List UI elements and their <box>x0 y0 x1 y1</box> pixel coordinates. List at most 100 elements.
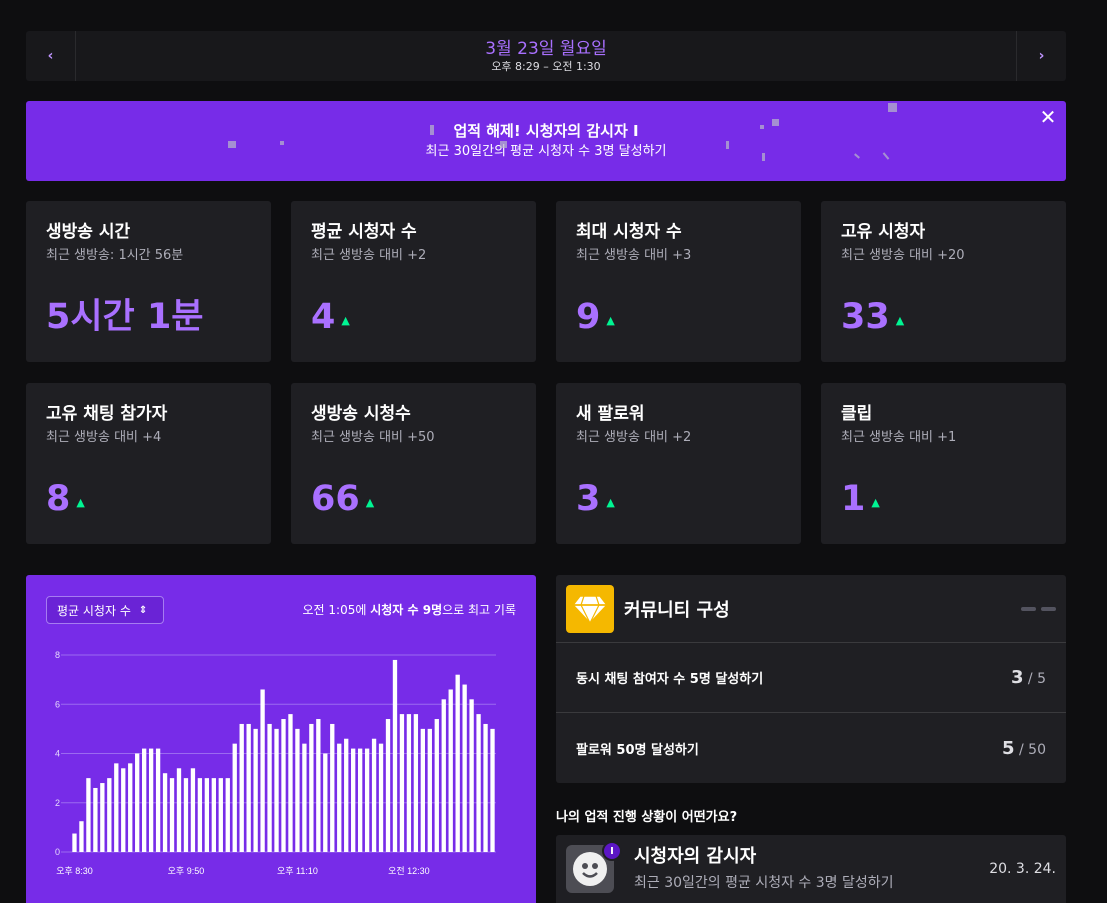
chart-bar[interactable] <box>232 743 237 852</box>
chart-bar[interactable] <box>337 743 342 852</box>
chart-bar[interactable] <box>211 778 216 853</box>
chart-bar[interactable] <box>142 748 147 852</box>
chart-bar[interactable] <box>190 768 196 852</box>
stat-card-unique-chatters: 고유 채팅 참가자 최근 생방송 대비 +4 8 ▲ <box>26 383 271 544</box>
prev-date-button[interactable]: ‹ <box>26 31 76 81</box>
chart-bar[interactable] <box>316 719 321 852</box>
stat-title: 최대 시청자 수 <box>576 222 682 242</box>
chart-bar[interactable] <box>406 714 412 852</box>
close-icon[interactable]: ✕ <box>1038 107 1058 127</box>
chart-bar[interactable] <box>155 748 161 852</box>
chart-bar[interactable] <box>385 719 391 852</box>
y-tick-label: 0 <box>55 847 60 857</box>
y-tick-label: 4 <box>55 749 60 759</box>
stat-subtitle: 최근 생방송: 1시간 56분 <box>46 248 184 263</box>
chart-bar[interactable] <box>86 778 91 853</box>
chart-bar[interactable] <box>323 753 328 853</box>
y-tick-label: 6 <box>55 699 60 709</box>
chart-bar[interactable] <box>490 728 495 853</box>
stat-subtitle: 최근 생방송 대비 +2 <box>576 430 692 445</box>
chart-bar[interactable] <box>448 689 453 852</box>
stat-value: 5시간 1분 <box>46 297 204 337</box>
chart-bar[interactable] <box>246 723 251 852</box>
chart-bar[interactable] <box>183 778 189 853</box>
chart-bar[interactable] <box>462 684 467 852</box>
chart-bar[interactable] <box>399 714 405 852</box>
chart-bar[interactable] <box>330 723 335 852</box>
chart-bar[interactable] <box>114 763 119 852</box>
goal-row: 동시 채팅 참여자 수 5명 달성하기 3 / 5 <box>556 643 1066 713</box>
stat-value: 3 <box>576 479 601 519</box>
chart-bar[interactable] <box>357 748 363 852</box>
stat-subtitle: 최근 생방송 대비 +50 <box>311 430 435 445</box>
x-tick-label: 오후 8:30 <box>56 866 93 876</box>
stat-title: 고유 시청자 <box>841 222 926 242</box>
chart-bar[interactable] <box>260 689 265 852</box>
chart-bar[interactable] <box>420 728 425 853</box>
community-achievement-panel: 커뮤니티 구성 동시 채팅 참여자 수 5명 달성하기 3 / 5 팔로워 50… <box>556 575 1066 783</box>
metric-select[interactable]: 평균 시청자 수 ⇕ <box>46 596 164 624</box>
chart-bar[interactable] <box>121 768 126 852</box>
stat-card-live-views: 생방송 시청수 최근 생방송 대비 +50 66 ▲ <box>291 383 536 544</box>
chart-bar[interactable] <box>392 659 398 852</box>
chart-bar[interactable] <box>483 723 488 852</box>
chart-bar[interactable] <box>351 748 356 852</box>
chart-bar[interactable] <box>364 748 370 852</box>
chevron-updown-icon: ⇕ <box>138 604 148 616</box>
chart-bar[interactable] <box>100 783 105 852</box>
achievement-avatar: I <box>566 841 622 893</box>
chart-bar[interactable] <box>371 738 377 852</box>
chart-bar[interactable] <box>107 778 112 853</box>
achievement-title: 시청자의 감시자 <box>634 846 757 867</box>
chart-bar[interactable] <box>281 719 286 852</box>
chart-bar[interactable] <box>274 728 279 853</box>
chart-bar[interactable] <box>135 753 140 853</box>
chart-bar[interactable] <box>476 714 481 852</box>
trend-up-icon: ▲ <box>871 495 880 509</box>
y-tick-label: 8 <box>55 650 60 660</box>
stat-title: 생방송 시간 <box>46 222 131 242</box>
trend-up-icon: ▲ <box>365 495 375 509</box>
chart-bar[interactable] <box>288 714 293 852</box>
diamond-icon <box>566 584 614 633</box>
stat-value: 66 <box>311 479 360 519</box>
chart-bar[interactable] <box>253 728 258 853</box>
chart-bar[interactable] <box>469 699 474 852</box>
chart-bar[interactable] <box>413 714 419 852</box>
chart-bar[interactable] <box>378 743 384 852</box>
chart-bar[interactable] <box>162 773 168 852</box>
chart-bar[interactable] <box>79 821 84 852</box>
chart-bar[interactable] <box>72 833 77 852</box>
goal-label: 팔로워 50명 달성하기 <box>576 742 699 758</box>
stat-subtitle: 최근 생방송 대비 +4 <box>46 430 162 445</box>
chart-bar[interactable] <box>441 699 446 852</box>
chart-bar[interactable] <box>148 748 154 852</box>
chart-bar[interactable] <box>197 778 203 853</box>
chart-bar[interactable] <box>455 674 460 852</box>
chart-bar[interactable] <box>344 738 349 852</box>
community-header: 커뮤니티 구성 <box>556 575 1066 643</box>
chart-bar[interactable] <box>309 723 314 852</box>
achievement-item[interactable]: I 시청자의 감시자 최근 30일간의 평균 시청자 수 3명 달성하기 20.… <box>556 835 1066 903</box>
stat-card-avg-viewers: 평균 시청자 수 최근 생방송 대비 +2 4 ▲ <box>291 201 536 362</box>
next-date-button[interactable]: › <box>1016 31 1066 81</box>
chart-bar[interactable] <box>218 778 223 853</box>
chart-bar[interactable] <box>434 719 439 852</box>
chart-bar[interactable] <box>295 728 300 853</box>
chart-bar[interactable] <box>427 728 432 853</box>
watcher-face-icon <box>573 852 607 886</box>
chart-bar[interactable] <box>128 763 133 852</box>
chart-bar[interactable] <box>225 778 230 853</box>
date-navigator: ‹ 3월 23일 월요일 오후 8:29 – 오전 1:30 › <box>26 31 1066 81</box>
chart-bar[interactable] <box>204 778 210 853</box>
chart-bar[interactable] <box>302 743 307 852</box>
stat-value: 33 <box>841 297 890 337</box>
chart-bar[interactable] <box>267 723 272 852</box>
chart-bar[interactable] <box>169 778 175 853</box>
stat-card-new-followers: 새 팔로워 최근 생방송 대비 +2 3 ▲ <box>556 383 801 544</box>
stat-card-max-viewers: 최대 시청자 수 최근 생방송 대비 +3 9 ▲ <box>556 201 801 362</box>
chart-bar[interactable] <box>239 723 244 852</box>
chart-bar[interactable] <box>93 787 98 852</box>
chart-bar[interactable] <box>176 768 182 852</box>
date-label: 3월 23일 월요일 <box>485 38 607 59</box>
